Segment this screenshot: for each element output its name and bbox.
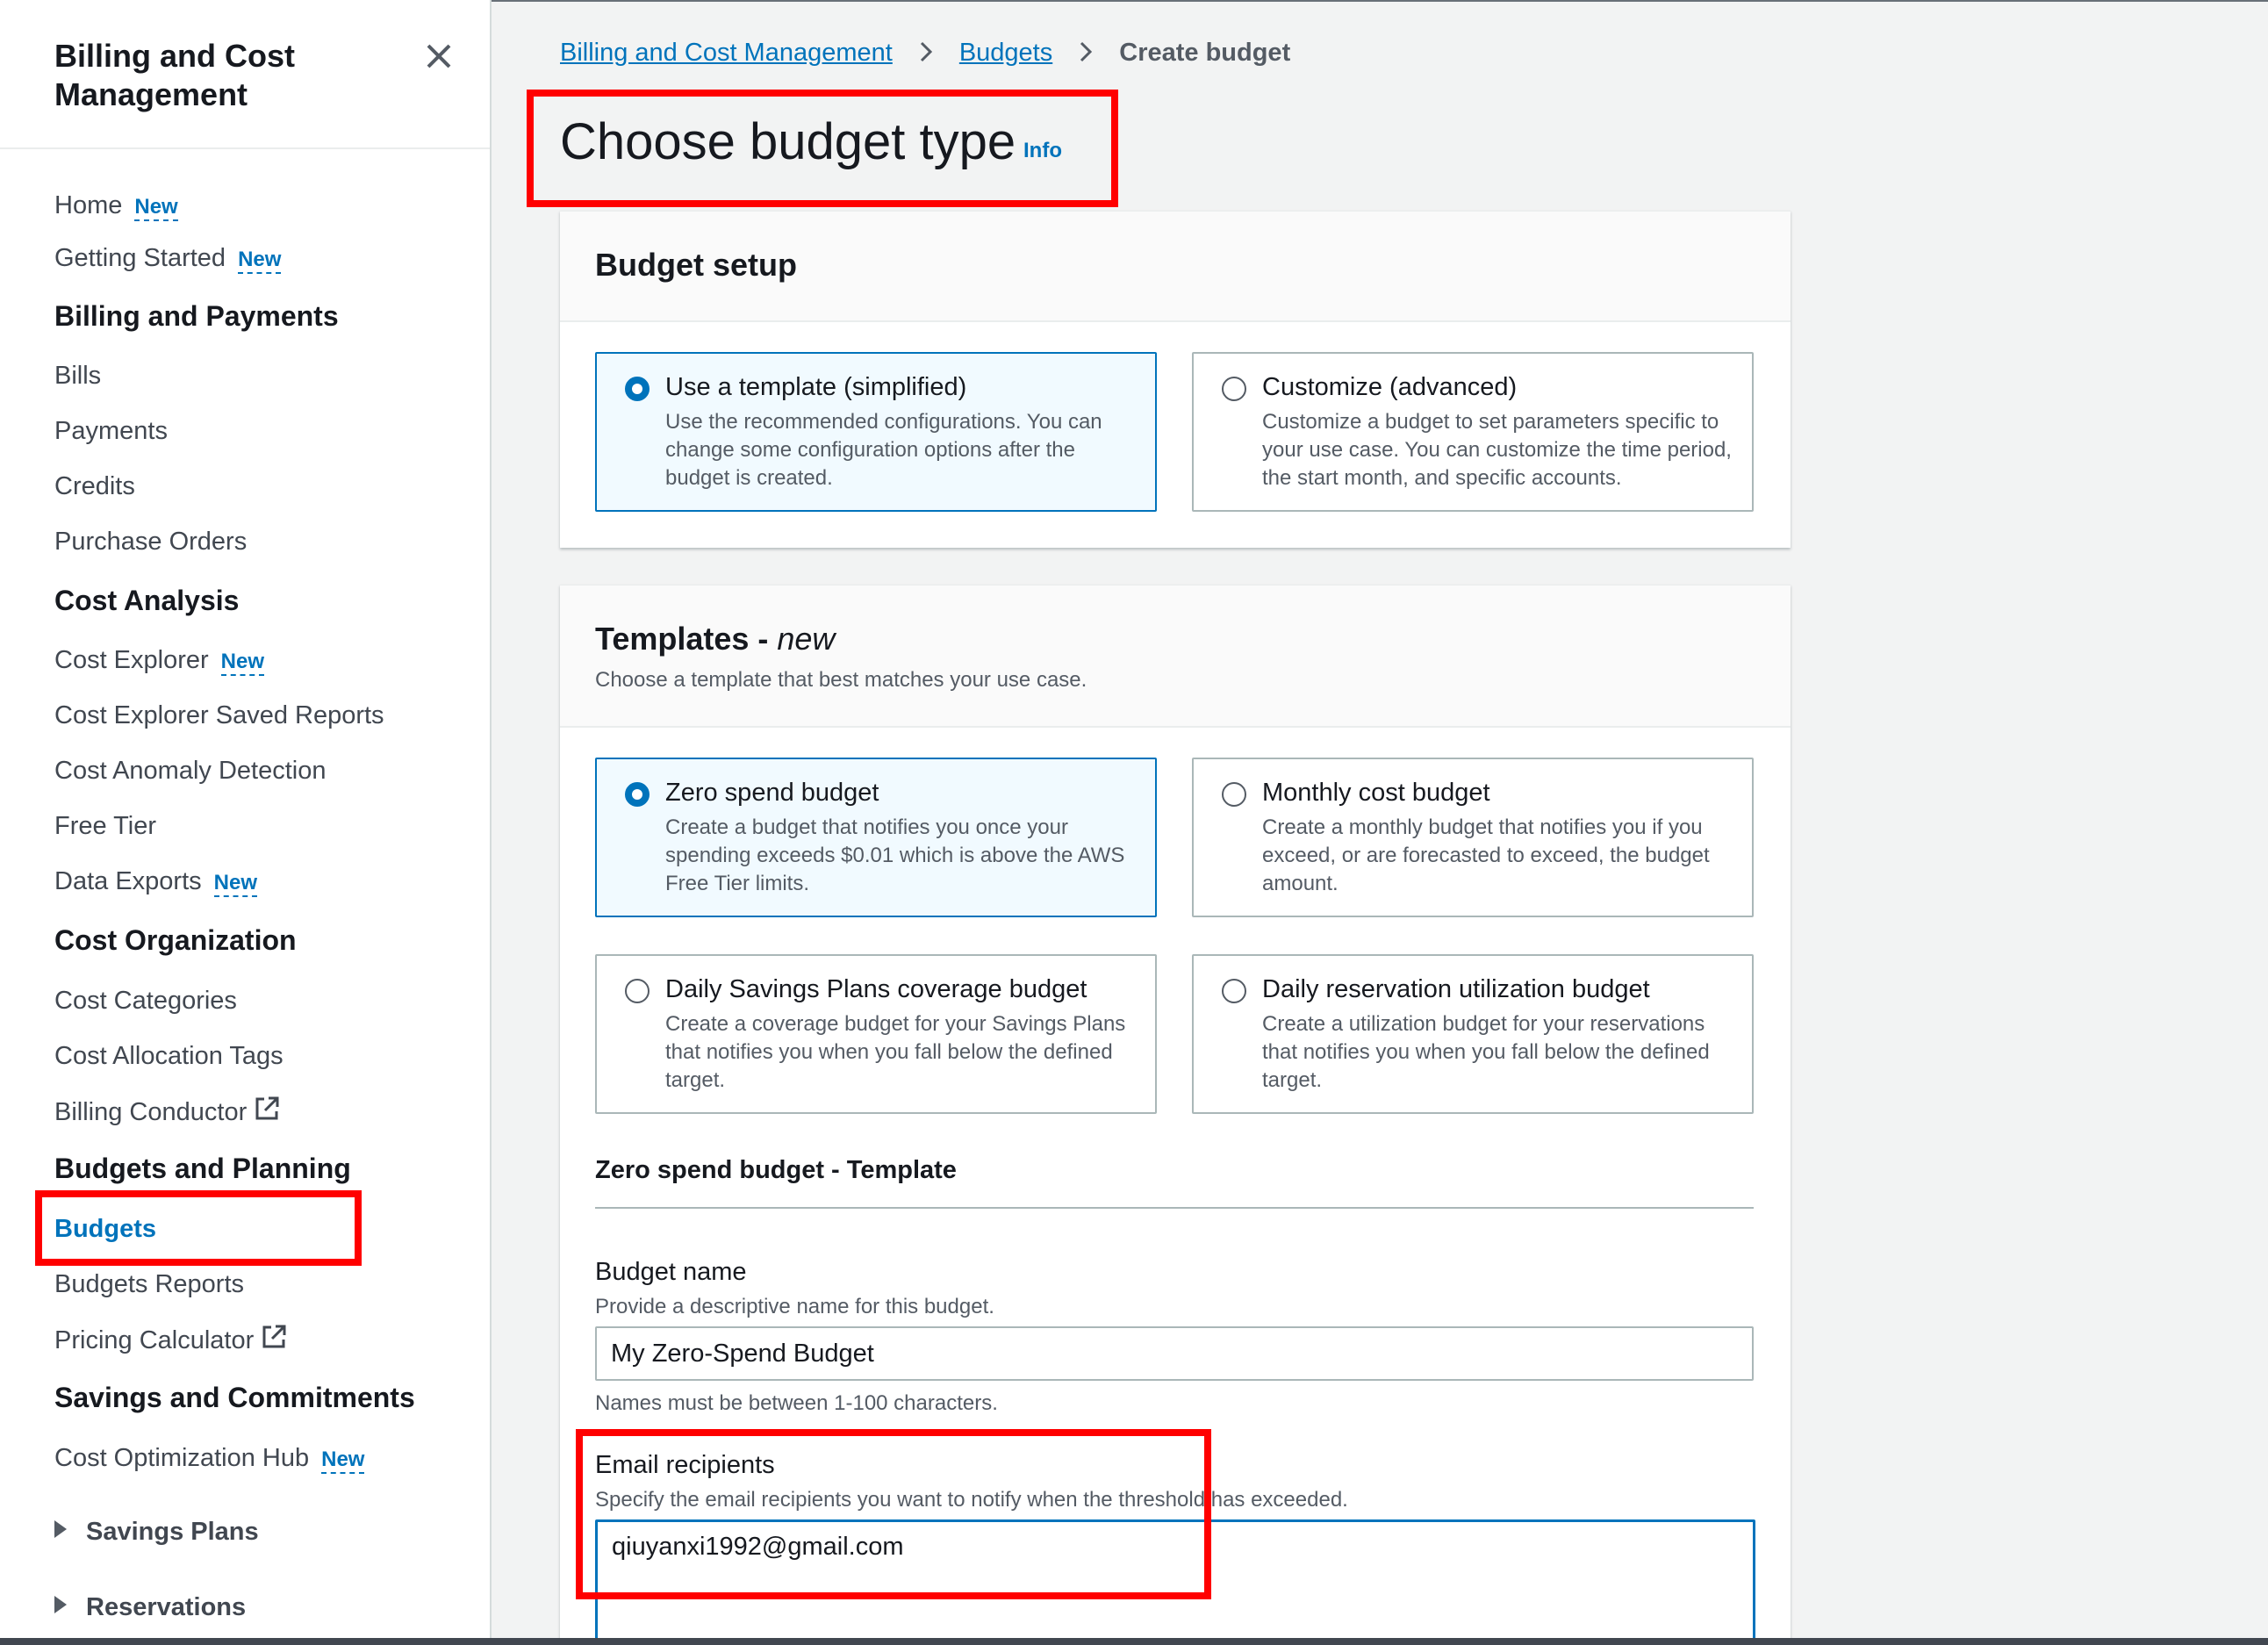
bottom-border: [0, 1638, 2268, 1645]
option-description: Use the recommended configurations. You …: [665, 410, 1102, 490]
external-link-icon: [262, 1325, 286, 1348]
budget-name-hint: Names must be between 1-100 characters.: [595, 1391, 998, 1415]
sidebar-header: Billing and Cost Management: [0, 0, 490, 149]
sidebar-item-cost-allocation-tags[interactable]: Cost Allocation Tags: [54, 1042, 284, 1071]
section-cost-organization: Cost Organization: [54, 924, 297, 956]
breadcrumb-current: Create budget: [1119, 39, 1291, 67]
sidebar-item-label: Home: [54, 191, 123, 219]
sidebar-item-anomaly-detection[interactable]: Cost Anomaly Detection: [54, 757, 326, 786]
panel-title-text: Templates -: [595, 621, 778, 657]
template-reservation-utilization[interactable]: Daily reservation utilization budget Cre…: [1192, 954, 1754, 1114]
sidebar-item-credits[interactable]: Credits: [54, 472, 135, 501]
sidebar-item-cost-optimization-hub[interactable]: Cost Optimization Hub New: [54, 1444, 365, 1474]
sidebar-item-home[interactable]: Home New: [54, 191, 178, 221]
email-recipients-label: Email recipients: [595, 1451, 775, 1479]
panel-header: Templates - new Choose a template that b…: [560, 585, 1791, 728]
radio-button[interactable]: [1222, 979, 1246, 1003]
template-savings-plans-coverage[interactable]: Daily Savings Plans coverage budget Crea…: [595, 954, 1157, 1114]
sidebar-item-pricing-calculator[interactable]: Pricing Calculator: [54, 1324, 287, 1355]
panel-header: Budget setup: [560, 212, 1791, 322]
sidebar-item-data-exports[interactable]: Data Exports New: [54, 867, 257, 897]
template-monthly-cost[interactable]: Monthly cost budget Create a monthly bud…: [1192, 758, 1754, 917]
sidebar-title: Billing and Cost Management: [54, 38, 295, 112]
sidebar-item-label: Getting Started: [54, 244, 226, 272]
sidebar-item-label: Billing Conductor: [54, 1098, 248, 1126]
new-badge[interactable]: New: [321, 1447, 365, 1474]
section-savings-and-commitments: Savings and Commitments: [54, 1382, 415, 1413]
chevron-right-icon: [1080, 41, 1093, 62]
option-title: Use a template (simplified): [665, 373, 967, 401]
section-budgets-and-planning: Budgets and Planning: [54, 1153, 351, 1184]
sidebar-item-label: Pricing Calculator: [54, 1326, 255, 1354]
radio-button[interactable]: [1222, 377, 1246, 401]
caret-right-icon: [54, 1596, 67, 1613]
budget-name-description: Provide a descriptive name for this budg…: [595, 1295, 994, 1318]
sidebar: Billing and Cost Management Home New Gett…: [0, 0, 492, 1645]
radio-button[interactable]: [625, 782, 650, 807]
sidebar-item-label: Cost Optimization Hub: [54, 1444, 310, 1472]
sidebar-item-cost-categories[interactable]: Cost Categories: [54, 987, 237, 1016]
template-zero-spend[interactable]: Zero spend budget Create a budget that n…: [595, 758, 1157, 917]
option-title: Monthly cost budget: [1262, 779, 1490, 807]
section-cost-analysis: Cost Analysis: [54, 585, 240, 616]
section-divider: [595, 1207, 1754, 1209]
option-customize[interactable]: Customize (advanced) Customize a budget …: [1192, 352, 1754, 512]
email-recipients-description: Specify the email recipients you want to…: [595, 1488, 1348, 1512]
new-badge[interactable]: New: [213, 871, 257, 897]
sidebar-item-purchase-orders[interactable]: Purchase Orders: [54, 528, 247, 557]
sidebar-item-saved-reports[interactable]: Cost Explorer Saved Reports: [54, 701, 384, 730]
sidebar-item-free-tier[interactable]: Free Tier: [54, 812, 156, 841]
sidebar-item-label: Reservations: [86, 1593, 247, 1621]
budget-name-input[interactable]: [595, 1326, 1754, 1381]
option-description: Create a utilization budget for your res…: [1262, 1012, 1710, 1092]
sidebar-item-budgets[interactable]: Budgets: [54, 1215, 156, 1244]
sidebar-item-billing-conductor[interactable]: Billing Conductor: [54, 1095, 280, 1127]
breadcrumb: Billing and Cost Management Budgets Create…: [560, 39, 1290, 68]
templates-panel: Templates - new Choose a template that b…: [560, 585, 1791, 1645]
page-title: Choose budget type: [560, 113, 1016, 170]
panel-title: Budget setup: [595, 247, 797, 283]
sidebar-item-payments[interactable]: Payments: [54, 417, 168, 446]
sidebar-item-label: Savings Plans: [86, 1518, 259, 1546]
radio-button[interactable]: [625, 377, 650, 401]
option-description: Customize a budget to set parameters spe…: [1262, 410, 1732, 490]
option-title: Customize (advanced): [1262, 373, 1518, 401]
radio-button[interactable]: [1222, 782, 1246, 807]
panel-title-emphasis: new: [777, 621, 836, 657]
option-title: Zero spend budget: [665, 779, 879, 807]
close-icon[interactable]: [421, 39, 456, 74]
option-title: Daily Savings Plans coverage budget: [665, 975, 1087, 1003]
option-description: Create a monthly budget that notifies yo…: [1262, 815, 1710, 895]
panel-description: Choose a template that best matches your…: [595, 668, 1087, 692]
sidebar-item-bills[interactable]: Bills: [54, 362, 101, 391]
option-use-template[interactable]: Use a template (simplified) Use the reco…: [595, 352, 1157, 512]
option-description: Create a coverage budget for your Saving…: [665, 1012, 1126, 1092]
radio-button[interactable]: [625, 979, 650, 1003]
info-link[interactable]: Info: [1023, 139, 1062, 163]
external-link-icon: [255, 1096, 279, 1120]
sidebar-expand-savings-plans[interactable]: Savings Plans: [54, 1518, 259, 1547]
new-badge[interactable]: New: [238, 248, 282, 274]
sidebar-item-label: Data Exports: [54, 867, 202, 895]
sidebar-item-label: Cost Explorer: [54, 646, 209, 674]
sidebar-item-budgets-reports[interactable]: Budgets Reports: [54, 1270, 244, 1299]
budget-name-label: Budget name: [595, 1258, 747, 1286]
section-billing-and-payments: Billing and Payments: [54, 300, 339, 332]
chevron-right-icon: [920, 41, 932, 62]
sidebar-item-getting-started[interactable]: Getting Started New: [54, 244, 282, 274]
sidebar-item-cost-explorer[interactable]: Cost Explorer New: [54, 646, 265, 676]
breadcrumb-link-billing[interactable]: Billing and Cost Management: [560, 39, 893, 67]
sidebar-expand-reservations[interactable]: Reservations: [54, 1593, 246, 1622]
new-badge[interactable]: New: [220, 650, 265, 676]
breadcrumb-link-budgets[interactable]: Budgets: [959, 39, 1052, 67]
template-section-title: Zero spend budget - Template: [595, 1156, 957, 1184]
new-badge[interactable]: New: [134, 195, 178, 221]
caret-right-icon: [54, 1520, 67, 1538]
option-title: Daily reservation utilization budget: [1262, 975, 1650, 1003]
email-recipients-input[interactable]: qiuyanxi1992@gmail.com: [595, 1519, 1755, 1645]
budget-setup-panel: Budget setup Use a template (simplified)…: [560, 211, 1791, 548]
panel-title: Templates - new: [595, 621, 1755, 657]
option-description: Create a budget that notifies you once y…: [665, 815, 1125, 895]
